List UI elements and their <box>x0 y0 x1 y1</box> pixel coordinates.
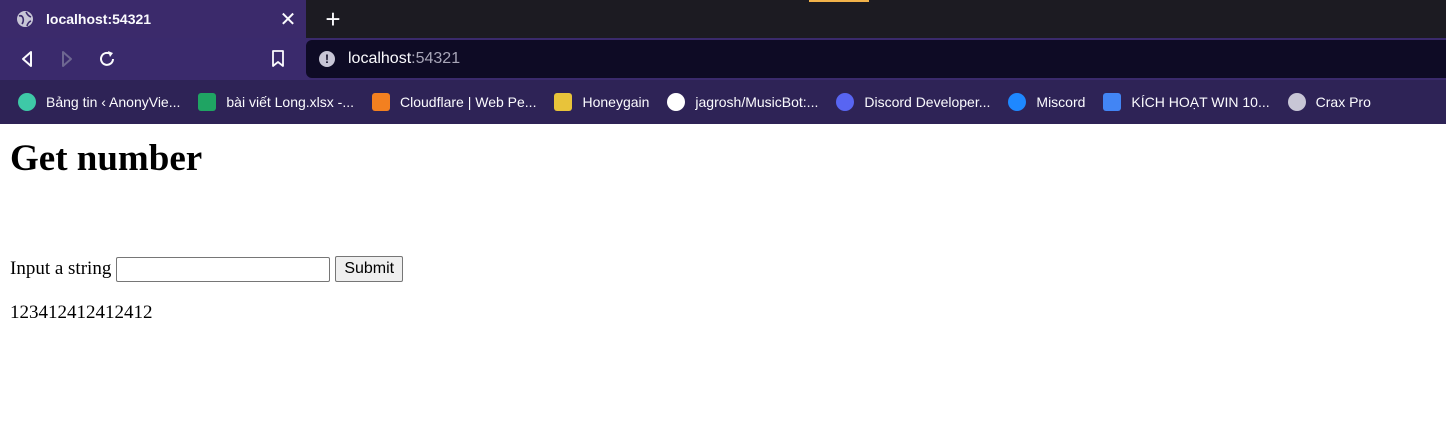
cloud-icon <box>372 93 391 111</box>
new-tab-button[interactable]: + <box>319 4 347 34</box>
reload-icon <box>100 51 114 66</box>
input-label: Input a string <box>10 258 112 279</box>
submit-button[interactable]: Submit <box>335 256 404 282</box>
url-bar[interactable]: ! localhost:54321 <box>306 40 1446 78</box>
bookmark-item[interactable]: KÍCH HOẠT WIN 10... <box>1103 93 1270 111</box>
bookmark-label: KÍCH HOẠT WIN 10... <box>1131 94 1270 110</box>
browser-chrome: localhost:54321 ✕ + ! localhost:54321 Bả… <box>0 0 1446 124</box>
bookmark-item[interactable]: jagrosh/MusicBot:... <box>667 93 818 111</box>
close-icon[interactable]: ✕ <box>278 9 298 31</box>
bookmark-label: Discord Developer... <box>864 94 991 110</box>
discord-icon <box>836 93 855 111</box>
result-text: 123412412412412 <box>10 302 153 323</box>
bookmark-item[interactable]: Cloudflare | Web Pe... <box>372 93 536 111</box>
forward-button[interactable] <box>54 46 80 72</box>
globe-icon <box>1287 93 1306 111</box>
bookmark-item[interactable]: Bảng tin ‹ AnonyVie... <box>18 93 180 111</box>
bookmark-item[interactable]: Discord Developer... <box>836 93 990 111</box>
tab-active[interactable]: localhost:54321 ✕ <box>0 0 306 38</box>
tab-title: localhost:54321 <box>46 11 152 27</box>
bookmark-item[interactable]: bài viết Long.xlsx -... <box>198 93 354 111</box>
sheets-icon <box>198 93 217 111</box>
nav-bar: ! localhost:54321 <box>0 38 1446 80</box>
page-title: Get number <box>10 138 203 179</box>
forward-arrow-icon <box>62 51 72 67</box>
bookmark-item[interactable]: Honeygain <box>554 93 649 111</box>
bookmark-label: Crax Pro <box>1315 94 1371 110</box>
github-icon <box>667 93 686 111</box>
bookmark-item[interactable]: Crax Pro <box>1287 93 1371 111</box>
check-circle-icon <box>18 93 36 111</box>
bookmark-label: Honeygain <box>582 94 650 110</box>
back-button[interactable] <box>14 46 40 72</box>
string-input[interactable] <box>116 256 331 282</box>
bookmark-star-button[interactable] <box>265 46 291 72</box>
info-icon[interactable]: ! <box>319 51 335 67</box>
accent-line <box>809 0 869 2</box>
bookmarks-bar: Bảng tin ‹ AnonyVie... bài viết Long.xlsx… <box>0 80 1446 124</box>
globe-icon <box>17 11 33 27</box>
tab-strip: localhost:54321 ✕ + <box>0 0 1446 38</box>
bookmark-icon <box>272 50 284 67</box>
bookmark-label: Miscord <box>1036 94 1086 110</box>
url-text[interactable]: localhost:54321 <box>348 50 460 68</box>
reload-button[interactable] <box>94 46 120 72</box>
back-arrow-icon <box>22 51 32 67</box>
docs-icon <box>1103 93 1122 111</box>
page-content: Get number Input a string Submit 1234124… <box>0 138 1446 324</box>
input-form: Input a string Submit <box>10 256 1436 282</box>
bee-icon <box>554 93 573 111</box>
bookmark-item[interactable]: Miscord <box>1008 93 1085 111</box>
bookmark-label: bài viết Long.xlsx -... <box>226 94 355 110</box>
bookmark-label: Cloudflare | Web Pe... <box>400 94 537 110</box>
messenger-icon <box>1008 93 1027 111</box>
bookmark-label: jagrosh/MusicBot:... <box>695 94 819 110</box>
bookmark-label: Bảng tin ‹ AnonyVie... <box>46 94 181 110</box>
